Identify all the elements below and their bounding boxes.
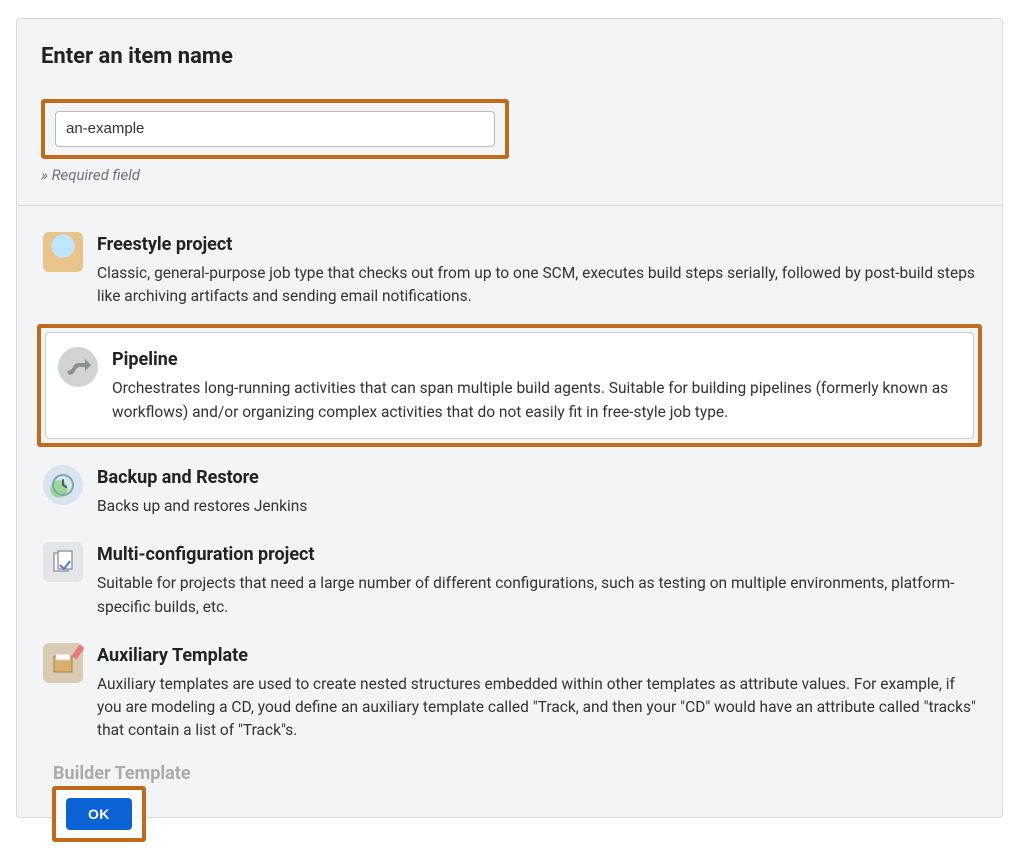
template-icon [43,643,83,683]
type-description: Backs up and restores Jenkins [97,495,976,518]
type-description: Orchestrates long-running activities tha… [112,377,961,424]
page-title: Enter an item name [41,41,978,73]
type-title: Multi-configuration project [97,542,976,568]
type-option-freestyle[interactable]: Freestyle project Classic, general-purpo… [37,220,982,321]
type-title: Builder Template [53,763,191,784]
backup-icon [43,465,83,505]
type-title: Backup and Restore [97,465,976,491]
type-text: Backup and Restore Backs up and restores… [97,465,976,518]
ok-button-highlight: OK [52,786,146,842]
box-icon [43,232,83,272]
type-title: Pipeline [112,347,961,373]
type-option-backup[interactable]: Backup and Restore Backs up and restores… [37,453,982,530]
ok-button[interactable]: OK [66,798,132,830]
type-description: Suitable for projects that need a large … [97,572,976,619]
type-option-auxtemplate[interactable]: Auxiliary Template Auxiliary templates a… [37,631,982,755]
type-text: Auxiliary Template Auxiliary templates a… [97,643,976,743]
required-field-note: » Required field [41,165,978,187]
type-description: Auxiliary templates are used to create n… [97,673,976,743]
type-option-pipeline[interactable]: Pipeline Orchestrates long-running activ… [45,332,974,439]
type-description: Classic, general-purpose job type that c… [97,262,976,309]
type-option-builder[interactable]: Builder Template [37,761,982,787]
panel-header: Enter an item name » Required field [17,19,1002,205]
type-title: Freestyle project [97,232,976,258]
documents-icon [43,542,83,582]
type-option-multiconfig[interactable]: Multi-configuration project Suitable for… [37,530,982,631]
item-types-list: Freestyle project Classic, general-purpo… [17,205,1002,817]
name-input-highlight [41,99,509,159]
type-text: Freestyle project Classic, general-purpo… [97,232,976,309]
pipeline-icon [58,347,98,387]
type-title: Auxiliary Template [97,643,976,669]
item-name-input[interactable] [55,111,495,147]
type-option-pipeline-highlight: Pipeline Orchestrates long-running activ… [37,324,982,447]
new-item-panel: Enter an item name » Required field Free… [16,18,1003,818]
type-text: Multi-configuration project Suitable for… [97,542,976,619]
type-text: Pipeline Orchestrates long-running activ… [112,347,961,424]
